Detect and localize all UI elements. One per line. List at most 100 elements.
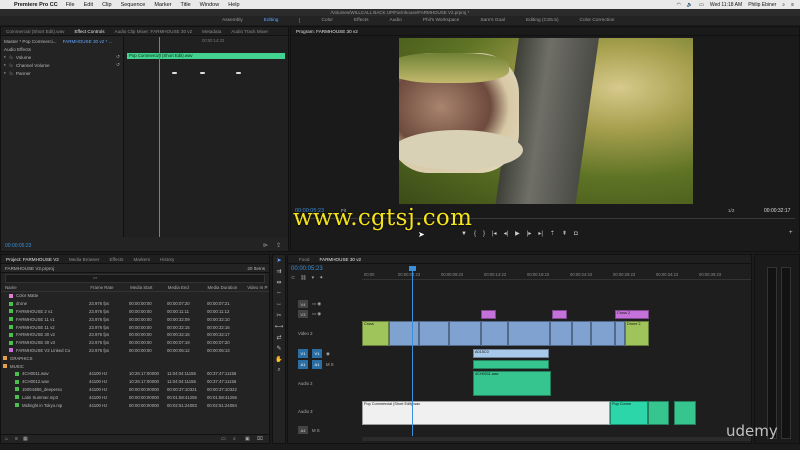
effect-ruler[interactable]: 00:00:14:23 [124,37,288,45]
label-color-swatch[interactable] [15,371,19,376]
label-color-swatch[interactable] [9,301,13,306]
effect-timecode[interactable]: 00:00:05:23 [5,243,31,249]
effect-panner[interactable]: Panner [16,71,31,76]
filter-icon[interactable]: ⊳ [263,242,268,249]
trash-icon[interactable]: ⌧ [257,436,263,442]
project-item-name[interactable]: 150044B6_deeperso [22,387,62,392]
label-color-swatch[interactable] [9,332,13,337]
timeline-clip[interactable]: Cross 2 [615,310,649,319]
label-color-swatch[interactable] [15,387,19,392]
timeline-clip[interactable] [572,321,591,346]
track-name[interactable]: V4 [298,300,308,308]
track-header-a1[interactable]: A1 A1 M S [288,359,361,370]
workspace-color[interactable]: Color [321,18,332,23]
timeline-clip-audio2[interactable]: 4CH0011.wav [473,371,551,396]
keyframe-icon[interactable] [172,72,177,74]
disclosure-icon[interactable]: ▸ [4,62,6,68]
lift-icon[interactable]: ⇡ [550,230,555,237]
track-name[interactable]: Audio 2 [298,381,313,386]
mark-out-icon[interactable]: } [483,231,485,237]
track-header-v4[interactable]: V4 ▭ ◉ [288,299,361,309]
project-row[interactable]: 150044B6_deeperso 44100 Hz 00:00:00:00000 0… [1,386,269,394]
project-row[interactable]: 4CH0012.wav 44100 Hz 10:26:17:00000 11:04:0… [1,378,269,386]
snap-icon[interactable]: ⊂ [291,275,295,281]
tab-program[interactable]: Program: FARMHOUSE 30 v2 [291,29,363,34]
timeline-clip-v1[interactable]: A015C0 [473,349,549,358]
track-header-v3[interactable]: V3 ▭ ◉ [288,309,361,319]
folder-icon[interactable]: ▭ [93,275,97,280]
project-row[interactable]: FARMHOUSE V2 Linked Co 23.976 fps 00:00:00… [1,347,269,355]
workspace-sams-goal[interactable]: Sam's Goal [480,18,505,23]
col-name[interactable]: Name [5,285,90,290]
app-menu[interactable]: Premiere Pro CC [14,2,58,8]
label-color-swatch[interactable] [15,403,19,408]
play-icon[interactable]: ▶ [515,230,520,237]
timeline-clip[interactable] [508,321,550,346]
selection-tool-icon[interactable]: ➤ [274,257,284,266]
track-header-video2[interactable]: Video 2 [288,319,361,347]
slide-tool-icon[interactable]: ⇄ [274,334,284,343]
ripple-edit-tool-icon[interactable]: ⇹ [274,279,284,288]
extract-icon[interactable]: ⇞ [562,230,567,237]
timeline-clip[interactable] [552,310,567,319]
timeline-timecode[interactable]: 00:00:05:23 [291,266,323,272]
tab-sequence-food[interactable]: Food [294,257,314,262]
timeline-clip[interactable] [591,321,615,346]
wifi-icon[interactable]: ◠ [677,2,681,8]
project-row[interactable]: FARMHOUSE 11 v2 23.976 fps 00:00:00:00 00:0… [1,323,269,331]
mark-in-icon[interactable]: { [474,231,476,237]
project-item-name[interactable]: FARMHOUSE 11 v1 [16,317,55,322]
track-name[interactable]: V1 [312,349,322,358]
timeline-clip[interactable] [674,401,696,425]
tab-effects[interactable]: Effects [104,257,128,262]
label-color-swatch[interactable] [15,395,19,400]
tab-history[interactable]: History [155,257,179,262]
rolling-edit-tool-icon[interactable]: ⇔ [274,290,284,299]
disclosure-icon[interactable]: ▸ [4,70,6,76]
master-clip-label[interactable]: Master * Pop Commerci... [4,39,57,44]
search-icon[interactable]: ⌕ [233,436,236,442]
label-color-swatch[interactable] [9,317,13,322]
project-row[interactable]: FARMHOUSE 11 v1 23.976 fps 00:00:00:00 00:0… [1,315,269,323]
track-header-a4[interactable]: A4 M S [288,425,361,435]
keyframe-icon[interactable] [200,72,205,74]
menu-sequence[interactable]: Sequence [121,2,146,8]
timeline-clip[interactable] [648,401,669,425]
effect-volume[interactable]: Volume [16,55,31,60]
track-name[interactable]: A1 [312,360,322,369]
track-name[interactable]: Video 2 [298,331,313,336]
col-frame-rate[interactable]: Frame Rate [90,285,130,290]
tab-sequence-farmhouse[interactable]: FARMHOUSE 30 v2 [314,257,366,262]
timeline-playhead[interactable] [409,266,416,436]
go-to-out-icon[interactable]: ▸| [538,230,543,237]
project-item-name[interactable]: Color Matte [16,293,38,298]
workspace-assembly[interactable]: Assembly [222,18,243,23]
timeline-clip[interactable] [389,321,419,346]
label-color-swatch[interactable] [9,309,13,314]
track-header-v1[interactable]: V1 V1 ◉ [288,348,361,359]
project-item-name[interactable]: FARMHOUSE 11 v2 [16,325,55,330]
wrench-icon[interactable]: ✦ [319,275,323,281]
fx-icon[interactable]: fx [9,63,13,68]
track-target-a1[interactable]: A1 [298,360,308,369]
zoom-tool-icon[interactable]: ⌕ [274,367,284,376]
label-color-swatch[interactable] [9,348,13,353]
track-name[interactable]: Audio 3 [298,409,313,414]
timeline-clip-cross[interactable]: Cross [362,321,389,346]
mute-icon[interactable]: M S [326,362,334,367]
tab-audio-clip-mixer[interactable]: Audio Clip Mixer: FARMHOUSE 30 v2 [110,29,198,34]
project-row[interactable]: FARMHOUSE 30 v2 23.976 fps 00:00:00:00 00:0… [1,331,269,339]
menu-title[interactable]: Title [180,2,190,8]
project-row[interactable]: MUSIC [1,362,269,370]
label-color-swatch[interactable] [3,356,7,361]
list-view-icon[interactable]: ≡ [15,436,18,442]
tab-effect-controls[interactable]: Effect Controls [69,29,109,34]
timeline-clip-drone[interactable]: Drone 2 [625,321,649,346]
button-editor-icon[interactable]: + [789,230,793,236]
export-icon[interactable]: ⇪ [276,242,281,249]
timeline-clip[interactable] [419,321,449,346]
track-target-v1[interactable]: V1 [298,349,308,358]
project-item-name[interactable]: 4CH0012.wav [22,379,49,384]
fx-icon[interactable]: fx [9,71,13,76]
project-row[interactable]: GRAPHICS [1,354,269,362]
